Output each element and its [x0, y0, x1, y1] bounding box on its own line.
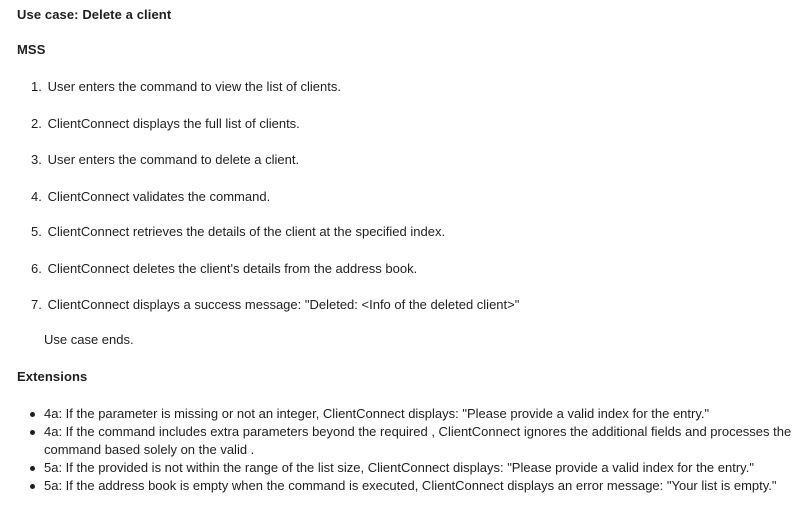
mss-step: 2. ClientConnect displays the full list …: [31, 116, 300, 131]
step-text: ClientConnect displays the full list of …: [47, 116, 300, 131]
step-text: ClientConnect deletes the client's detai…: [47, 261, 418, 276]
step-number: 7.: [31, 297, 42, 312]
extension-item: 5a: If the address book is empty when th…: [30, 477, 792, 495]
extension-item: 5a: If the provided is not within the ra…: [30, 459, 792, 477]
use-case-document: Use case: Delete a client MSS 1. User en…: [0, 0, 796, 509]
mss-step: 3. User enters the command to delete a c…: [31, 152, 299, 167]
extension-text: 4a: If the parameter is missing or not a…: [44, 406, 710, 421]
extension-item: 4a: If the parameter is missing or not a…: [30, 405, 792, 423]
mss-heading: MSS: [17, 42, 46, 57]
step-number: 3.: [31, 152, 42, 167]
bullet-icon: [30, 466, 35, 471]
step-text: ClientConnect validates the command.: [47, 189, 271, 204]
use-case-ends: Use case ends.: [44, 332, 134, 347]
extension-item: 4a: If the command includes extra parame…: [30, 423, 792, 459]
step-number: 6.: [31, 261, 42, 276]
bullet-icon: [30, 484, 35, 489]
mss-step: 5. ClientConnect retrieves the details o…: [31, 224, 445, 239]
step-number: 2.: [31, 116, 42, 131]
extension-text: 5a: If the address book is empty when th…: [44, 478, 777, 493]
mss-step: 4. ClientConnect validates the command.: [31, 189, 270, 204]
bullet-icon: [30, 412, 35, 417]
step-text: User enters the command to delete a clie…: [47, 152, 300, 167]
step-number: 4.: [31, 189, 42, 204]
step-text: ClientConnect displays a success message…: [47, 297, 520, 312]
extensions-heading: Extensions: [17, 369, 88, 384]
use-case-title: Use case: Delete a client: [17, 7, 172, 22]
extension-text: 5a: If the provided is not within the ra…: [44, 460, 754, 475]
mss-step: 7. ClientConnect displays a success mess…: [31, 297, 519, 312]
extension-text: 4a: If the command includes extra parame…: [44, 424, 792, 457]
step-text: User enters the command to view the list…: [47, 79, 341, 94]
mss-step: 6. ClientConnect deletes the client's de…: [31, 261, 417, 276]
step-number: 1.: [31, 79, 42, 94]
mss-step: 1. User enters the command to view the l…: [31, 79, 341, 94]
step-number: 5.: [31, 224, 42, 239]
bullet-icon: [30, 430, 35, 435]
step-text: ClientConnect retrieves the details of t…: [47, 224, 446, 239]
